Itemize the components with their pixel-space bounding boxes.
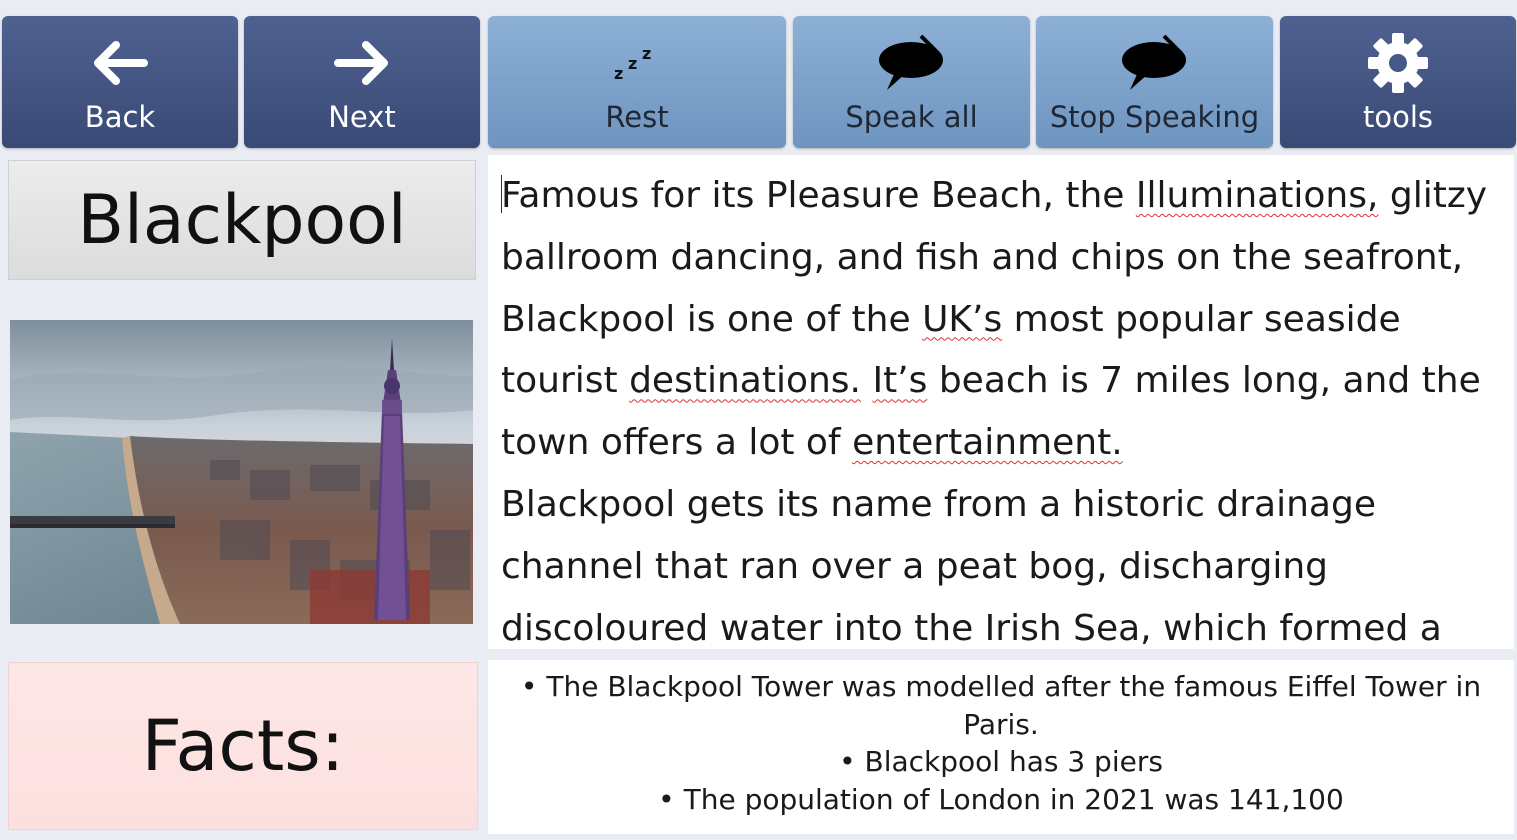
tools-label: tools: [1362, 100, 1434, 134]
svg-text:z: z: [614, 64, 623, 83]
svg-text:z: z: [628, 54, 637, 73]
paragraph-1-content: Famous for its Pleasure Beach, the Illum…: [501, 175, 1487, 463]
tools-button[interactable]: tools: [1280, 16, 1516, 148]
speech-bubble-icon: [1120, 34, 1190, 90]
spellcheck-word: Illuminations,: [1135, 175, 1379, 216]
speak-all-label: Speak all: [845, 100, 978, 134]
back-label: Back: [84, 100, 156, 134]
stop-speaking-label: Stop Speaking: [1049, 100, 1260, 134]
facts-heading: Facts:: [8, 662, 478, 830]
description-text-area[interactable]: Famous for its Pleasure Beach, the Illum…: [488, 155, 1514, 649]
fact-item: • Blackpool has 3 piers: [839, 745, 1163, 778]
rest-label: Rest: [605, 100, 669, 134]
stop-speaking-button[interactable]: Stop Speaking: [1036, 16, 1273, 148]
svg-text:z: z: [642, 44, 651, 63]
speech-bubble-icon: [877, 34, 947, 90]
next-button[interactable]: Next: [244, 16, 480, 148]
description-paragraph-1: Famous for its Pleasure Beach, the Illum…: [501, 165, 1502, 474]
arrow-right-icon: [334, 38, 390, 88]
facts-heading-text: Facts:: [141, 705, 345, 787]
sleep-zzz-icon: z z z: [612, 38, 662, 88]
spellcheck-word: UK’s: [922, 298, 1003, 340]
page-title-text: Blackpool: [77, 180, 407, 260]
fact-item: • The population of London in 2021 was 1…: [658, 782, 1344, 816]
facts-list: • The Blackpool Tower was modelled after…: [488, 660, 1514, 834]
fact-item: • The Blackpool Tower was modelled after…: [520, 670, 1482, 741]
rest-button[interactable]: z z z Rest: [488, 16, 786, 148]
description-paragraph-2: Blackpool gets its name from a historic …: [501, 483, 1442, 649]
spellcheck-word: It’s: [872, 360, 928, 402]
text-segment: Famous for its Pleasure Beach, the: [501, 175, 1136, 216]
spellcheck-word: destinations.: [629, 360, 861, 402]
arrow-left-icon: [92, 38, 148, 88]
gear-icon: [1367, 33, 1429, 93]
text-segment: [861, 360, 872, 401]
blackpool-tower-photo: [10, 320, 473, 624]
next-label: Next: [328, 100, 396, 134]
spellcheck-word: entertainment.: [852, 422, 1123, 464]
back-button[interactable]: Back: [2, 16, 238, 148]
page-title: Blackpool: [8, 160, 476, 280]
speak-all-button[interactable]: Speak all: [793, 16, 1030, 148]
